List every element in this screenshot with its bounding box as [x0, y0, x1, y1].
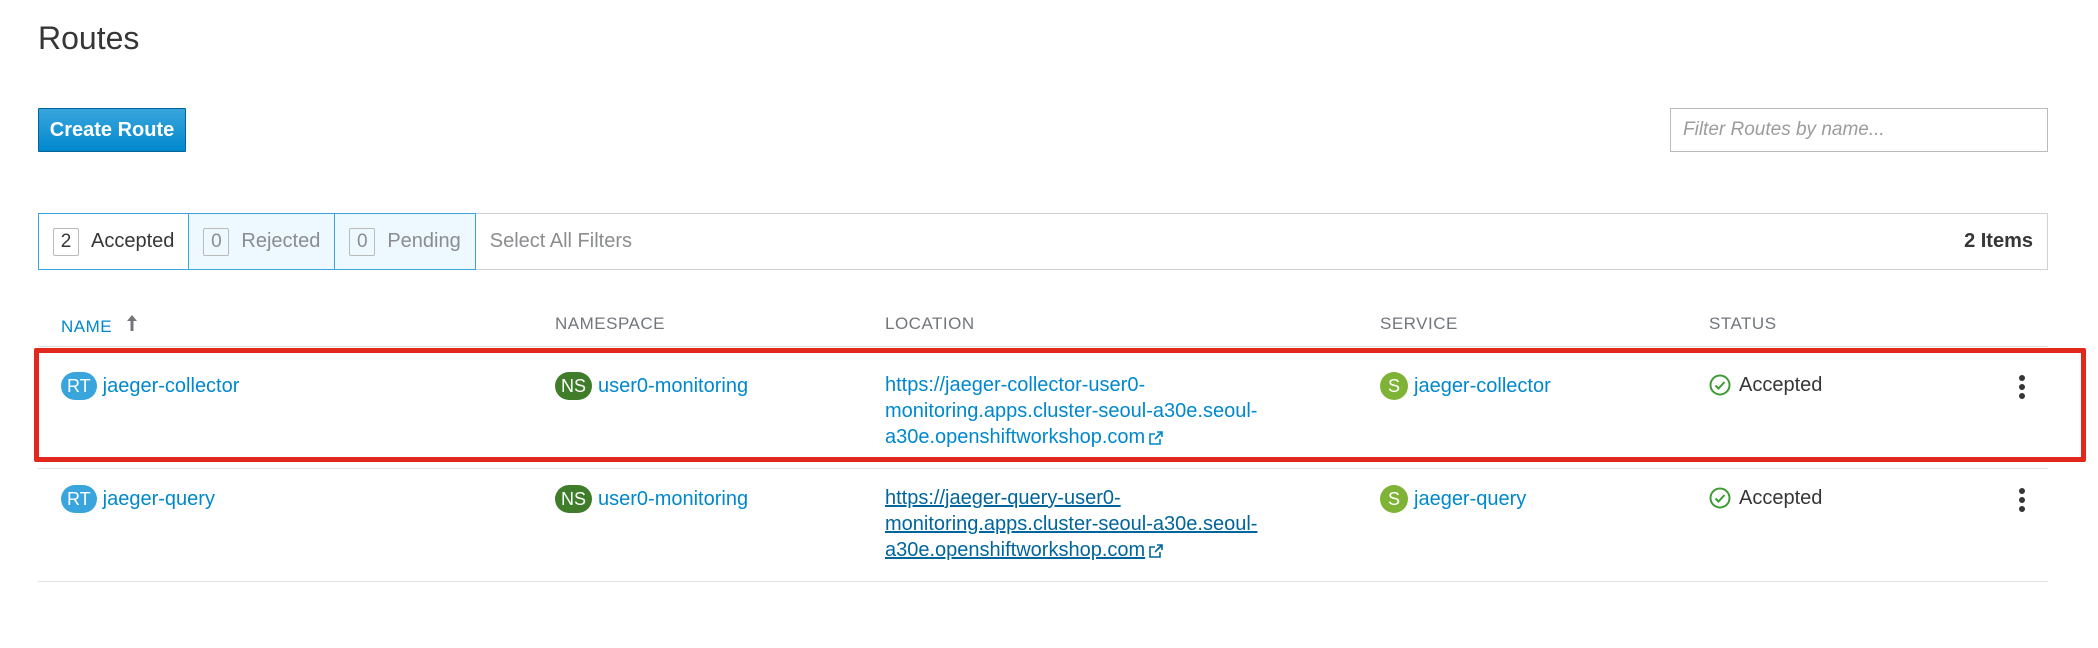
check-circle-icon [1709, 487, 1731, 509]
route-name-link[interactable]: jaeger-query [103, 488, 215, 510]
filter-pending-label: Pending [387, 230, 461, 252]
namespace-badge: NS [555, 372, 593, 400]
check-circle-icon [1709, 374, 1731, 396]
filter-accepted-label: Accepted [91, 230, 175, 252]
row-divider [38, 581, 2048, 582]
row-filter-bar: 2 Accepted 0 Rejected 0 Pending Select A… [38, 213, 2048, 270]
create-route-button[interactable]: Create Route [38, 108, 186, 152]
location-line: monitoring.apps.cluster-seoul-a30e.seoul… [885, 400, 1258, 422]
column-header-status[interactable]: STATUS [1709, 314, 1777, 334]
table-row-2-service: Sjaeger-query [1380, 485, 1526, 513]
route-badge: RT [61, 485, 97, 513]
table-row-1-namespace: NS user0-monitoring [555, 372, 748, 400]
filter-accepted-toggle[interactable]: 2 Accepted [38, 213, 190, 270]
service-link[interactable]: jaeger-query [1414, 488, 1526, 510]
column-header-namespace[interactable]: NAMESPACE [555, 314, 665, 334]
location-line-last: a30e.openshiftworkshop.com [885, 537, 1305, 563]
namespace-link[interactable]: user0-monitoring [598, 488, 748, 510]
row-divider [38, 468, 2048, 469]
status-text: Accepted [1739, 374, 1823, 396]
table-row-2-status: Accepted [1709, 485, 1822, 511]
arrow-up-icon [126, 314, 138, 338]
namespace-link[interactable]: user0-monitoring [598, 375, 748, 397]
header-divider [38, 346, 2048, 347]
route-badge: RT [61, 372, 97, 400]
namespace-badge: NS [555, 485, 593, 513]
table-row-2-name: RT jaeger-query [61, 485, 215, 513]
table-row-1-name: RT jaeger-collector [61, 372, 239, 400]
column-header-name[interactable]: NAME [61, 314, 138, 338]
service-badge: S [1380, 372, 1408, 400]
kebab-menu-icon[interactable] [2012, 372, 2032, 402]
location-line-last: a30e.openshiftworkshop.com [885, 424, 1305, 450]
location-line-text: a30e.openshiftworkshop.com [885, 426, 1146, 448]
filter-rejected-label: Rejected [241, 230, 321, 252]
filter-pending-toggle[interactable]: 0 Pending [334, 213, 476, 270]
location-line-text: a30e.openshiftworkshop.com [885, 539, 1146, 561]
table-row-2-namespace: NS user0-monitoring [555, 485, 748, 513]
kebab-menu-icon[interactable] [2012, 485, 2032, 515]
filter-routes-input[interactable] [1670, 108, 2048, 152]
external-link-icon [1149, 543, 1163, 558]
items-count: 2 Items [1964, 230, 2033, 252]
column-header-name-label: NAME [61, 317, 113, 336]
status-text: Accepted [1739, 487, 1823, 509]
external-link-icon [1149, 430, 1163, 445]
table-row-1-service: Sjaeger-collector [1380, 372, 1551, 400]
location-line: monitoring.apps.cluster-seoul-a30e.seoul… [885, 513, 1258, 535]
service-badge: S [1380, 485, 1408, 513]
route-name-link[interactable]: jaeger-collector [103, 375, 240, 397]
location-line: https://jaeger-collector-user0- [885, 374, 1146, 396]
filter-rejected-toggle[interactable]: 0 Rejected [188, 213, 336, 270]
page-title: Routes [38, 20, 140, 56]
select-all-filters-link[interactable]: Select All Filters [476, 214, 632, 269]
column-header-service[interactable]: SERVICE [1380, 314, 1458, 334]
route-location-link[interactable]: https://jaeger-query-user0- monitoring.a… [885, 485, 1305, 563]
table-row-1-status: Accepted [1709, 372, 1822, 398]
filter-rejected-count: 0 [203, 227, 230, 256]
service-link[interactable]: jaeger-collector [1414, 375, 1551, 397]
route-location-link[interactable]: https://jaeger-collector-user0- monitori… [885, 372, 1305, 450]
filter-accepted-count: 2 [53, 227, 79, 256]
location-line: https://jaeger-query-user0- [885, 487, 1121, 509]
filter-pending-count: 0 [349, 227, 376, 256]
column-header-location[interactable]: LOCATION [885, 314, 975, 334]
